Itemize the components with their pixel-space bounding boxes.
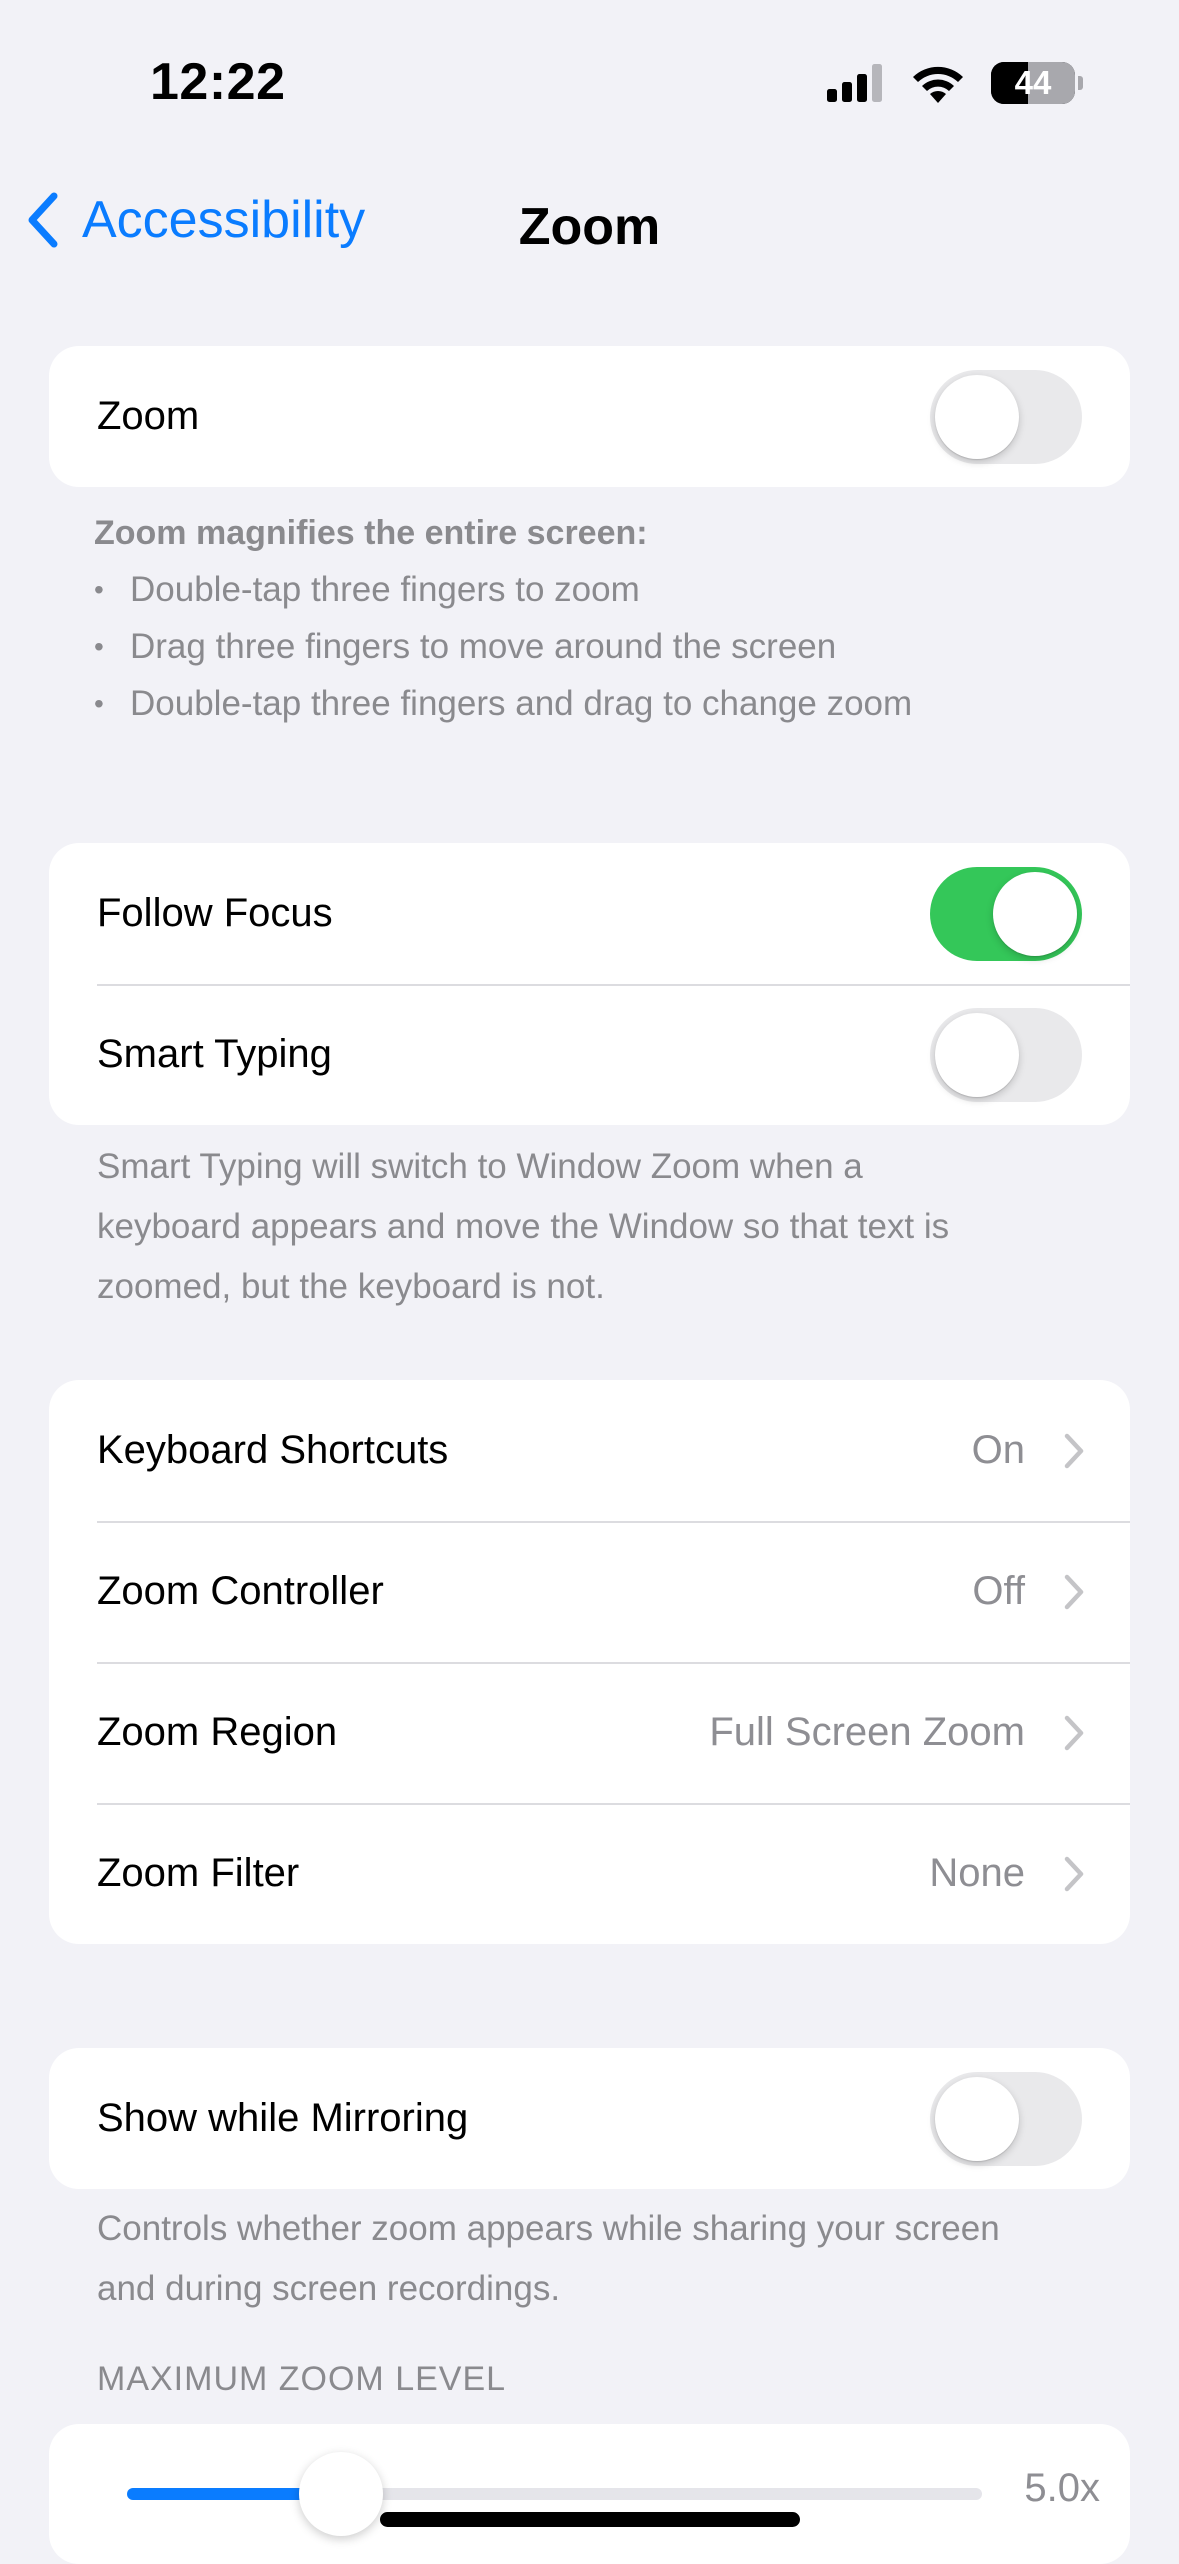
zoom-row: Zoom <box>49 346 1130 487</box>
follow-focus-label: Follow Focus <box>97 891 333 935</box>
zoom-info: Zoom magnifies the entire screen: Double… <box>94 505 1094 732</box>
options-group: Keyboard Shortcuts On Zoom Controller Of… <box>49 1380 1130 1944</box>
chevron-right-icon <box>1064 1856 1084 1891</box>
slider-thumb[interactable] <box>298 2452 383 2536</box>
zoom-label: Zoom <box>97 394 200 438</box>
home-indicator <box>380 2512 800 2527</box>
zoom-region-value: Full Screen Zoom <box>709 1710 1025 1754</box>
show-while-mirroring-row: Show while Mirroring <box>49 2048 1130 2189</box>
chevron-right-icon <box>1064 1574 1084 1609</box>
zoom-controller-label: Zoom Controller <box>97 1569 384 1613</box>
smart-typing-footer: Smart Typing will switch to Window Zoom … <box>97 1137 1097 1317</box>
footer-line: Smart Typing will switch to Window Zoom … <box>97 1147 863 1186</box>
smart-typing-toggle[interactable] <box>930 1007 1082 1102</box>
mirroring-group: Show while Mirroring <box>49 2048 1130 2189</box>
toggle-knob <box>935 1012 1019 1097</box>
max-zoom-group: 5.0x <box>49 2424 1130 2564</box>
wifi-icon <box>913 66 963 103</box>
zoom-toggle[interactable] <box>930 369 1082 464</box>
toggle-knob <box>993 871 1077 956</box>
zoom-controller-value: Off <box>972 1569 1025 1613</box>
follow-focus-row: Follow Focus <box>49 843 1130 984</box>
zoom-filter-value: None <box>929 1851 1025 1895</box>
battery-icon: 44 <box>991 62 1083 104</box>
follow-focus-toggle[interactable] <box>930 866 1082 961</box>
chevron-right-icon <box>1064 1715 1084 1750</box>
zoom-info-heading: Zoom magnifies the entire screen: <box>94 514 648 552</box>
show-while-mirroring-label: Show while Mirroring <box>97 2096 469 2140</box>
zoom-region-label: Zoom Region <box>97 1710 338 1754</box>
zoom-controller-row[interactable]: Zoom Controller Off <box>49 1521 1130 1662</box>
zoom-info-bullet: Drag three fingers to move around the sc… <box>94 618 1094 675</box>
focus-group: Follow Focus Smart Typing <box>49 843 1130 1125</box>
smart-typing-label: Smart Typing <box>97 1032 332 1076</box>
max-zoom-header: MAXIMUM ZOOM LEVEL <box>97 2360 507 2398</box>
status-time: 12:22 <box>150 53 286 111</box>
toggle-knob <box>935 2076 1019 2161</box>
keyboard-shortcuts-label: Keyboard Shortcuts <box>97 1428 449 1472</box>
footer-line: and during screen recordings. <box>97 2269 561 2308</box>
zoom-filter-label: Zoom Filter <box>97 1851 300 1895</box>
cellular-signal-icon <box>827 64 882 102</box>
mirroring-footer: Controls whether zoom appears while shar… <box>97 2199 1097 2319</box>
footer-line: Controls whether zoom appears while shar… <box>97 2209 1000 2248</box>
zoom-group: Zoom <box>49 346 1130 487</box>
zoom-info-bullet: Double-tap three fingers and drag to cha… <box>94 675 1094 732</box>
toggle-knob <box>935 374 1019 459</box>
max-zoom-value: 5.0x <box>1024 2466 1100 2510</box>
show-while-mirroring-toggle[interactable] <box>930 2071 1082 2166</box>
status-icons: 44 <box>827 62 1083 104</box>
battery-level: 44 <box>1014 64 1052 101</box>
smart-typing-row: Smart Typing <box>49 984 1130 1125</box>
keyboard-shortcuts-value: On <box>971 1428 1025 1472</box>
footer-line: zoomed, but the keyboard is not. <box>97 1267 605 1306</box>
page-title: Zoom <box>518 198 661 256</box>
zoom-info-bullet: Double-tap three fingers to zoom <box>94 561 1094 618</box>
keyboard-shortcuts-row[interactable]: Keyboard Shortcuts On <box>49 1380 1130 1521</box>
max-zoom-slider[interactable] <box>127 2452 982 2536</box>
footer-line: keyboard appears and move the Window so … <box>97 1207 950 1246</box>
zoom-filter-row[interactable]: Zoom Filter None <box>49 1803 1130 1944</box>
zoom-region-row[interactable]: Zoom Region Full Screen Zoom <box>49 1662 1130 1803</box>
chevron-right-icon <box>1064 1433 1084 1468</box>
